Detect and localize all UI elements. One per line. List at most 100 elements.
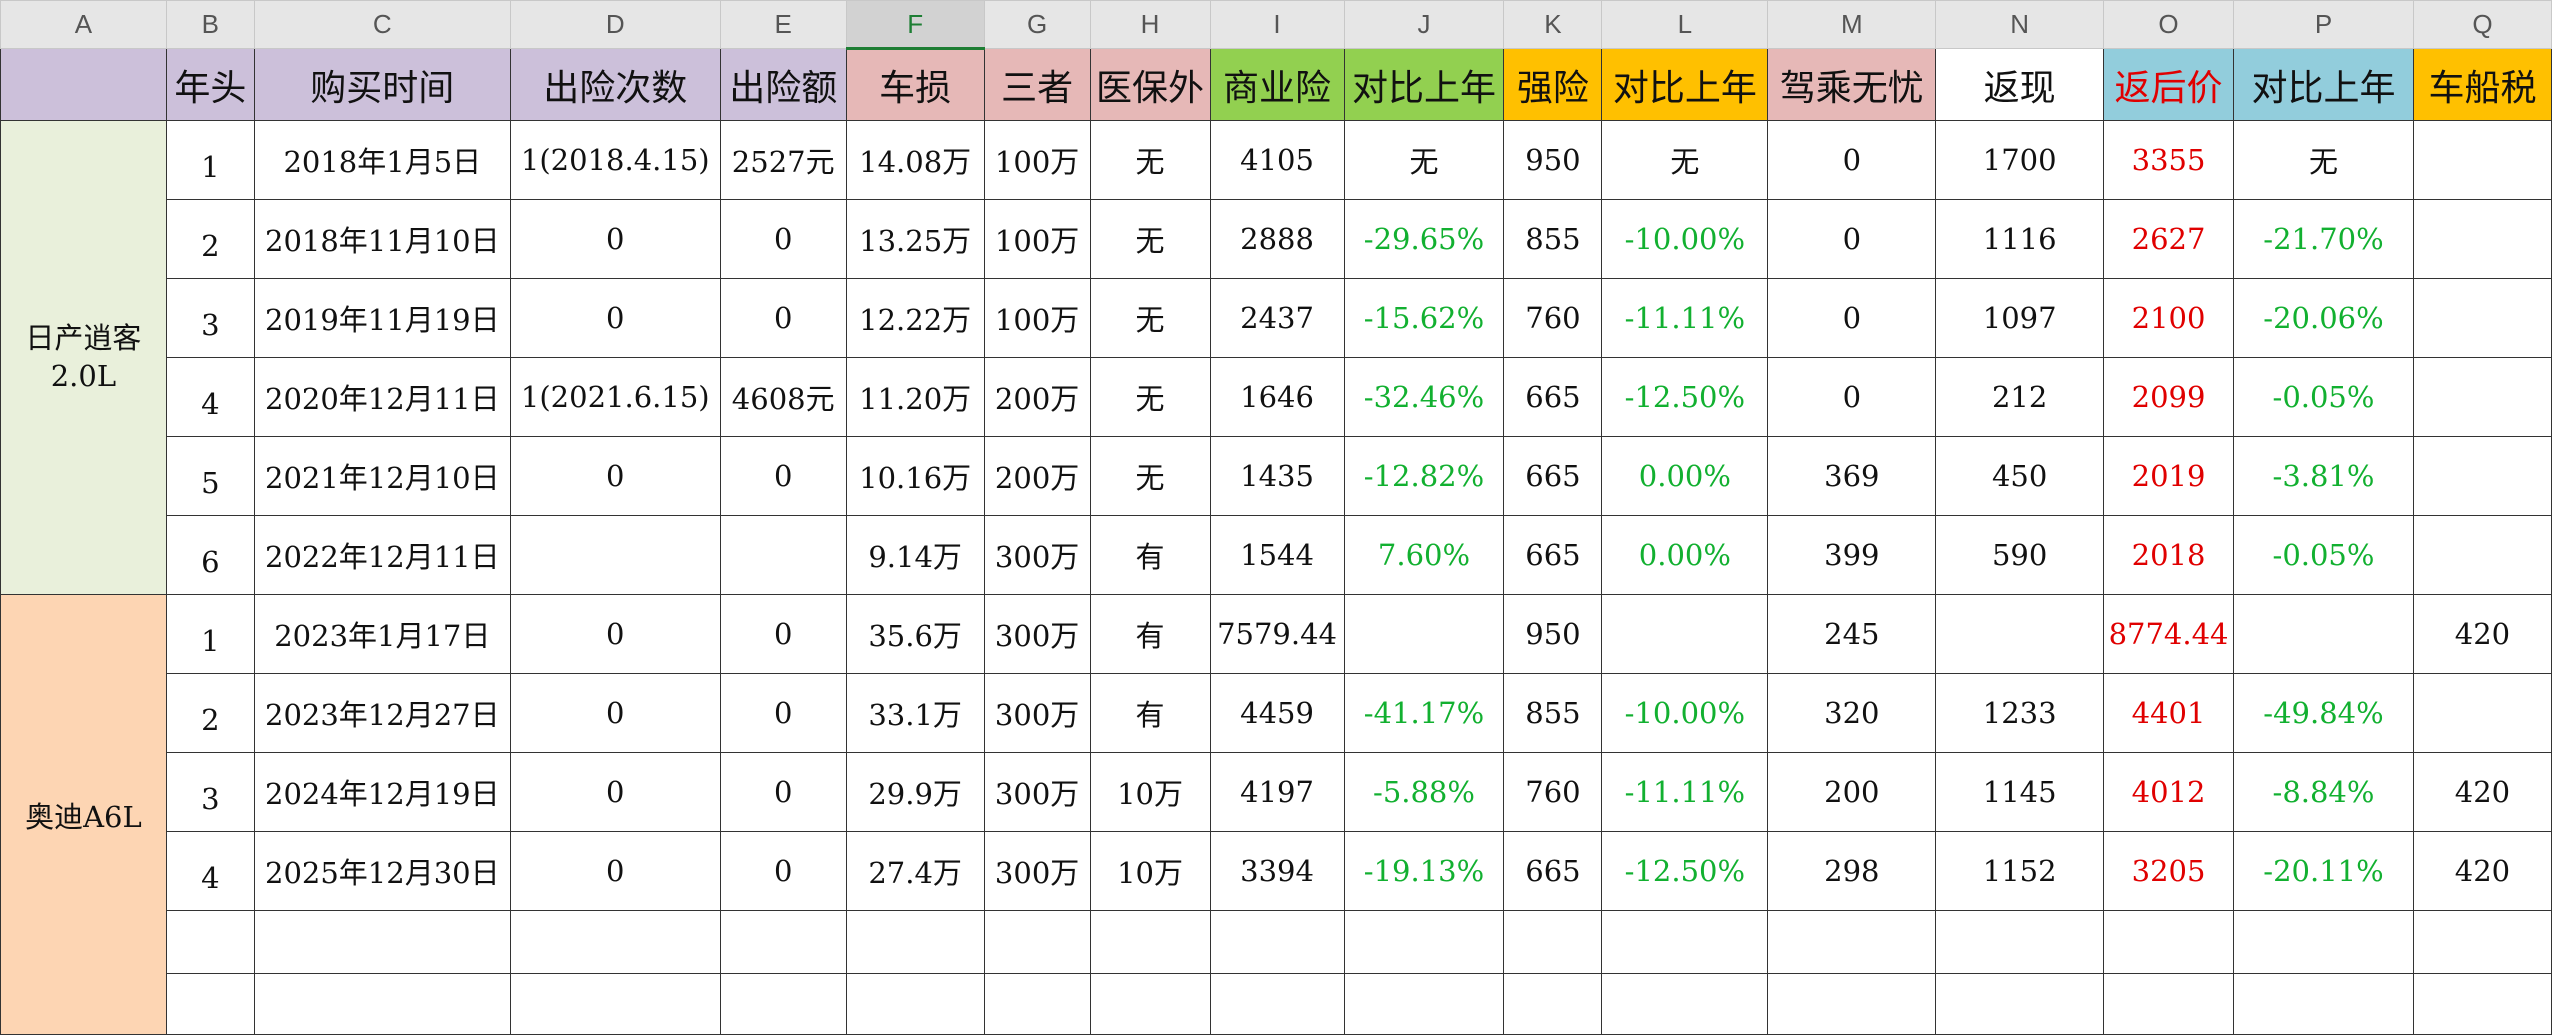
empty-cell[interactable] <box>1089 910 1211 974</box>
cell-commercial-yoy[interactable]: -5.88% <box>1343 752 1505 832</box>
cell-claim-count[interactable]: 0 <box>509 752 721 832</box>
header-cell-commercial-yoy[interactable]: 对比上年 <box>1343 48 1505 121</box>
cell-compulsory-yoy[interactable]: 0.00% <box>1601 515 1769 595</box>
cell-net-price[interactable]: 2099 <box>2103 357 2235 437</box>
cell-compulsory[interactable]: 665 <box>1503 515 1603 595</box>
cell-commercial[interactable]: 1435 <box>1209 436 1345 516</box>
cell-third-party[interactable]: 300万 <box>983 831 1091 911</box>
cell-non-medicare[interactable]: 无 <box>1089 199 1211 279</box>
cell-driver-passenger[interactable]: 245 <box>1767 594 1937 674</box>
cell-compulsory-yoy[interactable]: -11.11% <box>1601 278 1769 358</box>
column-header-M[interactable]: M <box>1767 0 1937 49</box>
cell-year[interactable]: 2 <box>165 673 255 753</box>
cell-commercial-yoy[interactable] <box>1343 594 1505 674</box>
cell-driver-passenger[interactable]: 0 <box>1767 199 1937 279</box>
cell-vehicle-tax[interactable] <box>2412 278 2552 358</box>
cell-claim-amount[interactable]: 0 <box>719 436 847 516</box>
empty-cell[interactable] <box>1209 973 1345 1035</box>
cell-net-price[interactable]: 3355 <box>2103 120 2235 200</box>
group-label-audi[interactable]: 奥迪A6L <box>0 594 167 1035</box>
cell-cashback[interactable]: 450 <box>1935 436 2105 516</box>
header-cell-cashback[interactable]: 返现 <box>1935 48 2105 121</box>
cell-net-yoy[interactable]: -0.05% <box>2233 515 2414 595</box>
header-cell-driver-passenger[interactable]: 驾乘无忧 <box>1767 48 1937 121</box>
column-header-J[interactable]: J <box>1343 0 1505 49</box>
cell-cashback[interactable]: 212 <box>1935 357 2105 437</box>
empty-cell[interactable] <box>1601 910 1769 974</box>
column-header-O[interactable]: O <box>2103 0 2235 49</box>
cell-cashback[interactable]: 1233 <box>1935 673 2105 753</box>
empty-cell[interactable] <box>2412 910 2552 974</box>
cell-claim-count[interactable] <box>509 515 721 595</box>
cell-vehicle-tax[interactable]: 420 <box>2412 752 2552 832</box>
cell-year[interactable]: 4 <box>165 357 255 437</box>
empty-cell[interactable] <box>2233 973 2414 1035</box>
header-cell-claim-amount[interactable]: 出险额 <box>719 48 847 121</box>
cell-commercial-yoy[interactable]: -32.46% <box>1343 357 1505 437</box>
cell-vehicle-damage[interactable]: 33.1万 <box>845 673 985 753</box>
cell-third-party[interactable]: 100万 <box>983 278 1091 358</box>
cell-third-party[interactable]: 300万 <box>983 515 1091 595</box>
empty-cell[interactable] <box>1767 910 1937 974</box>
cell-net-yoy[interactable] <box>2233 594 2414 674</box>
cell-year[interactable]: 2 <box>165 199 255 279</box>
cell-vehicle-tax[interactable] <box>2412 120 2552 200</box>
spreadsheet-grid[interactable]: A B C D E F G H I J K L M N O P Q 年头 购买时… <box>0 0 2552 1035</box>
cell-claim-amount[interactable]: 0 <box>719 278 847 358</box>
cell-claim-count[interactable]: 0 <box>509 199 721 279</box>
cell-year[interactable]: 3 <box>165 752 255 832</box>
cell-cashback[interactable]: 1700 <box>1935 120 2105 200</box>
cell-compulsory[interactable]: 665 <box>1503 831 1603 911</box>
cell-commercial-yoy[interactable]: -29.65% <box>1343 199 1505 279</box>
column-header-G[interactable]: G <box>983 0 1091 49</box>
cell-claim-count[interactable]: 1(2018.4.15) <box>509 120 721 200</box>
cell-net-price[interactable]: 3205 <box>2103 831 2235 911</box>
header-cell-third-party[interactable]: 三者 <box>983 48 1091 121</box>
cell-non-medicare[interactable]: 无 <box>1089 436 1211 516</box>
cell-commercial[interactable]: 1646 <box>1209 357 1345 437</box>
cell-compulsory[interactable]: 760 <box>1503 278 1603 358</box>
cell-net-price[interactable]: 2019 <box>2103 436 2235 516</box>
empty-cell[interactable] <box>1089 973 1211 1035</box>
cell-commercial[interactable]: 2888 <box>1209 199 1345 279</box>
cell-year[interactable]: 4 <box>165 831 255 911</box>
column-header-P[interactable]: P <box>2233 0 2414 49</box>
cell-third-party[interactable]: 200万 <box>983 436 1091 516</box>
cell-claim-amount[interactable]: 0 <box>719 831 847 911</box>
cell-compulsory[interactable]: 665 <box>1503 436 1603 516</box>
cell-net-price[interactable]: 2100 <box>2103 278 2235 358</box>
cell-purchase-date[interactable]: 2020年12月11日 <box>253 357 511 437</box>
cell-vehicle-tax[interactable]: 420 <box>2412 594 2552 674</box>
header-cell-compulsory-yoy[interactable]: 对比上年 <box>1601 48 1769 121</box>
cell-net-yoy[interactable]: 无 <box>2233 120 2414 200</box>
cell-vehicle-damage[interactable]: 13.25万 <box>845 199 985 279</box>
cell-vehicle-damage[interactable]: 29.9万 <box>845 752 985 832</box>
cell-vehicle-tax[interactable] <box>2412 199 2552 279</box>
header-cell-net-yoy[interactable]: 对比上年 <box>2233 48 2414 121</box>
cell-claim-count[interactable]: 0 <box>509 278 721 358</box>
cell-third-party[interactable]: 100万 <box>983 199 1091 279</box>
empty-cell[interactable] <box>719 973 847 1035</box>
header-cell-vehicle-damage[interactable]: 车损 <box>845 48 985 121</box>
cell-net-yoy[interactable]: -21.70% <box>2233 199 2414 279</box>
empty-cell[interactable] <box>165 973 255 1035</box>
cell-vehicle-damage[interactable]: 11.20万 <box>845 357 985 437</box>
cell-driver-passenger[interactable]: 399 <box>1767 515 1937 595</box>
empty-cell[interactable] <box>1767 973 1937 1035</box>
cell-cashback[interactable] <box>1935 594 2105 674</box>
header-cell-compulsory[interactable]: 强险 <box>1503 48 1603 121</box>
cell-driver-passenger[interactable]: 369 <box>1767 436 1937 516</box>
cell-net-price[interactable]: 4012 <box>2103 752 2235 832</box>
column-header-H[interactable]: H <box>1089 0 1211 49</box>
column-header-E[interactable]: E <box>719 0 847 49</box>
cell-claim-amount[interactable]: 0 <box>719 752 847 832</box>
cell-cashback[interactable]: 1116 <box>1935 199 2105 279</box>
cell-non-medicare[interactable]: 无 <box>1089 278 1211 358</box>
cell-claim-count[interactable]: 0 <box>509 673 721 753</box>
column-header-C[interactable]: C <box>253 0 511 49</box>
header-cell-claim-count[interactable]: 出险次数 <box>509 48 721 121</box>
cell-claim-amount[interactable]: 0 <box>719 594 847 674</box>
cell-purchase-date[interactable]: 2019年11月19日 <box>253 278 511 358</box>
cell-non-medicare[interactable]: 有 <box>1089 594 1211 674</box>
empty-cell[interactable] <box>1209 910 1345 974</box>
